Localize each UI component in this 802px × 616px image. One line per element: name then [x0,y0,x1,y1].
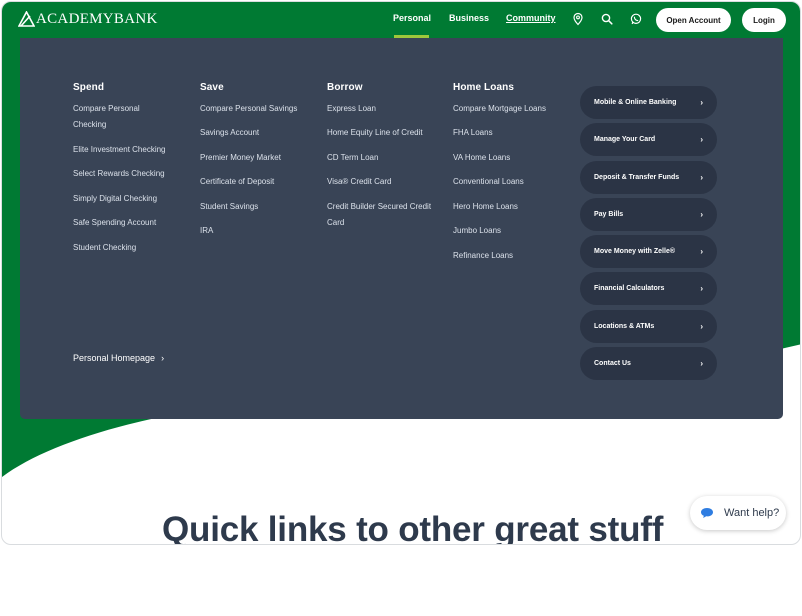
menu-link[interactable]: Hero Home Loans [453,199,553,215]
quick-link-contact-us[interactable]: Contact Us › [580,347,717,381]
menu-link[interactable]: Student Savings [200,199,310,215]
chevron-right-icon: › [700,321,703,331]
menu-link[interactable]: Safe Spending Account [73,215,173,231]
menu-column-home-loans: Home Loans Compare Mortgage Loans FHA Lo… [453,82,553,272]
menu-link[interactable]: Refinance Loans [453,248,553,264]
menu-column-borrow: Borrow Express Loan Home Equity Line of … [327,82,445,240]
menu-link[interactable]: Certificate of Deposit [200,174,310,190]
quick-link-label: Deposit & Transfer Funds [594,173,680,181]
menu-heading-spend: Spend [73,82,105,93]
menu-link[interactable]: Savings Account [200,125,310,141]
quick-link-financial-calculators[interactable]: Financial Calculators › [580,272,717,306]
menu-link[interactable]: Home Equity Line of Credit [327,125,445,141]
menu-column-spend: Spend Compare Personal Checking Elite In… [73,82,173,264]
want-help-label: Want help? [724,507,780,519]
chat-bubble-icon [701,508,713,518]
chevron-right-icon: › [700,247,703,257]
menu-link[interactable]: VA Home Loans [453,150,553,166]
menu-column-save: Save Compare Personal Savings Savings Ac… [200,82,310,248]
quick-link-label: Financial Calculators [594,285,665,293]
nav-personal[interactable]: Personal [393,13,431,23]
chevron-right-icon: › [700,284,703,294]
quick-link-label: Manage Your Card [594,136,656,144]
menu-link[interactable]: Compare Mortgage Loans [453,101,553,117]
quick-link-zelle[interactable]: Move Money with Zelle® › [580,235,717,269]
quick-link-label: Pay Bills [594,210,624,218]
personal-homepage-label: Personal Homepage [73,353,156,363]
chevron-right-icon: › [161,353,165,363]
menu-link[interactable]: CD Term Loan [327,150,445,166]
menu-link[interactable]: Compare Personal Savings [200,101,310,117]
menu-link[interactable]: Compare Personal Checking [73,101,173,134]
quick-link-label: Contact Us [594,360,631,368]
academy-bank-logo[interactable]: ACADEMYBANK [18,10,158,28]
quick-link-deposit-transfer[interactable]: Deposit & Transfer Funds › [580,160,717,194]
menu-link[interactable]: IRA [200,223,310,239]
quick-link-pay-bills[interactable]: Pay Bills › [580,197,717,231]
menu-heading-home-loans: Home Loans [453,82,515,93]
menu-link[interactable]: FHA Loans [453,125,553,141]
top-navigation: ACADEMYBANK Personal Business Community … [2,2,800,38]
menu-link[interactable]: Simply Digital Checking [73,191,173,207]
want-help-chat-widget[interactable]: Want help? [690,496,786,530]
menu-link[interactable]: Premier Money Market [200,150,310,166]
chevron-right-icon: › [700,98,703,107]
nav-business[interactable]: Business [449,13,489,23]
menu-link[interactable]: Elite Investment Checking [73,142,173,158]
menu-link[interactable]: Credit Builder Secured Credit Card [327,199,445,232]
search-icon[interactable] [600,12,614,26]
menu-link[interactable]: Visa® Credit Card [327,174,445,190]
quick-link-label: Move Money with Zelle® [594,248,676,256]
chevron-right-icon: › [700,209,703,219]
section-title: Quick links to other great stuff [162,510,664,545]
academy-bank-logo-icon [18,11,35,27]
location-pin-icon[interactable] [571,12,585,26]
chevron-right-icon: › [700,135,703,145]
quick-links-list: Mobile & Online Banking › Manage Your Car… [580,86,717,384]
menu-link[interactable]: Conventional Loans [453,174,553,190]
browser-viewport: ACADEMYBANK Personal Business Community … [1,1,801,545]
nav-community[interactable]: Community [506,13,556,23]
quick-link-label: Mobile & Online Banking [594,99,677,106]
menu-link[interactable]: Express Loan [327,101,445,117]
menu-link[interactable]: Jumbo Loans [453,223,553,239]
quick-link-label: Locations & ATMs [594,322,655,330]
menu-link[interactable]: Select Rewards Checking [73,166,173,182]
open-account-button[interactable]: Open Account [656,8,731,32]
quick-link-mobile-online-banking[interactable]: Mobile & Online Banking › [580,86,717,119]
chevron-right-icon: › [700,359,703,369]
quick-link-locations-atms[interactable]: Locations & ATMs › [580,309,717,343]
menu-heading-save: Save [200,82,224,93]
menu-heading-borrow: Borrow [327,82,363,93]
login-button[interactable]: Login [742,8,786,32]
whatsapp-icon[interactable] [629,12,643,26]
chevron-right-icon: › [700,172,703,182]
menu-link[interactable]: Student Checking [73,240,173,256]
personal-homepage-link[interactable]: Personal Homepage › [73,353,164,363]
personal-mega-menu: Spend Compare Personal Checking Elite In… [20,38,783,419]
brand-name: ACADEMYBANK [36,10,158,27]
quick-link-manage-your-card[interactable]: Manage Your Card › [580,123,717,157]
